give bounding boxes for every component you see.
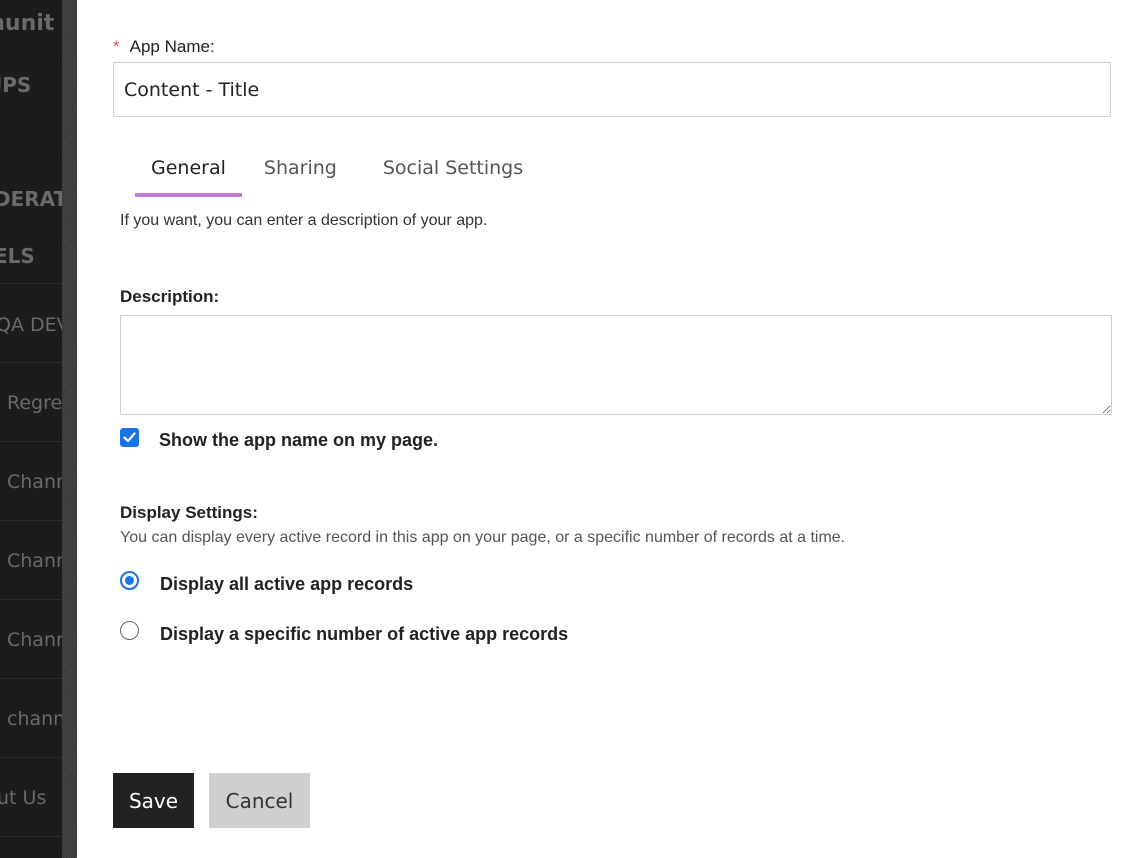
edit-app-modal: *App Name: General Sharing Social Settin… (77, 0, 1138, 858)
show-app-name-checkbox[interactable] (120, 428, 139, 447)
background-sidebar: munit UPS DERATI ELS QA DEV Regre Chann … (0, 0, 62, 858)
display-specific-label[interactable]: Display a specific number of active app … (160, 624, 568, 645)
bg-sidebar-item[interactable]: chann (7, 707, 62, 731)
cancel-button[interactable]: Cancel (209, 773, 310, 828)
bg-sidebar-item[interactable]: UPS (0, 73, 48, 97)
bg-sidebar-item[interactable]: ut Us (0, 786, 59, 810)
tab-bar: General Sharing Social Settings (135, 155, 539, 197)
app-name-input[interactable] (113, 62, 1111, 117)
save-button[interactable]: Save (113, 773, 194, 828)
bg-sidebar-item[interactable]: Chann (7, 470, 62, 494)
modal-shadow (62, 0, 77, 858)
bg-sidebar-item[interactable]: Chann (7, 549, 62, 573)
display-all-label[interactable]: Display all active app records (160, 574, 413, 595)
bg-sidebar-item[interactable]: ELS (0, 244, 56, 268)
display-all-option[interactable]: Display all active app records (120, 566, 413, 595)
app-name-label: * App Name: (113, 37, 215, 56)
display-settings-hint: You can display every active record in t… (120, 529, 846, 546)
required-marker: * (113, 37, 120, 56)
general-hint-text: If you want, you can enter a description… (120, 212, 488, 229)
show-app-name-row: Show the app name on my page. (120, 424, 438, 451)
bg-sidebar-item[interactable]: Chann (7, 628, 62, 652)
tab-general[interactable]: General (135, 155, 242, 197)
checkmark-icon (123, 432, 136, 443)
tab-sharing[interactable]: Sharing (248, 155, 353, 197)
tab-social-settings[interactable]: Social Settings (367, 155, 539, 197)
bg-sidebar-item[interactable]: munit (0, 12, 54, 36)
display-all-radio[interactable] (120, 571, 139, 590)
bg-sidebar-item[interactable]: DERATI (0, 187, 62, 211)
description-label: Description: (120, 287, 220, 306)
description-textarea[interactable] (120, 315, 1112, 415)
display-specific-radio[interactable] (120, 621, 139, 640)
display-settings-label: Display Settings: (120, 503, 258, 522)
display-specific-option[interactable]: Display a specific number of active app … (120, 616, 568, 645)
bg-sidebar-item[interactable]: Regre (7, 391, 62, 415)
show-app-name-label[interactable]: Show the app name on my page. (159, 430, 438, 451)
bg-sidebar-item[interactable]: QA DEV (0, 313, 62, 337)
